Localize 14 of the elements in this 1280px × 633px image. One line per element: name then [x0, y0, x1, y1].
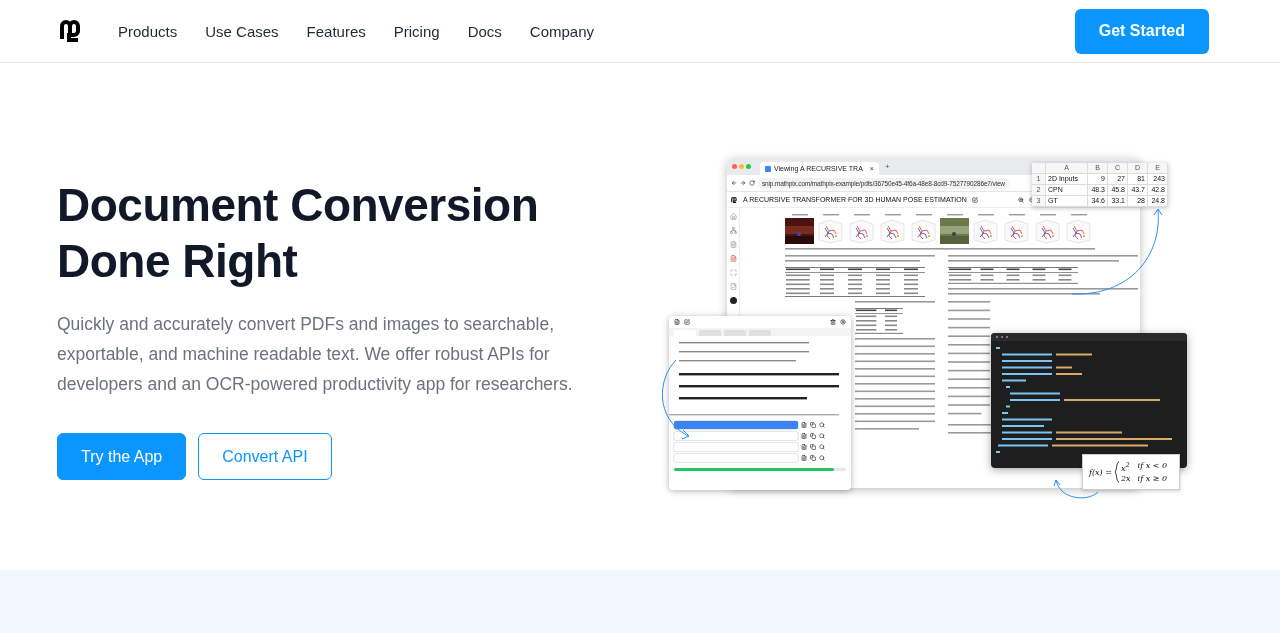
- nav-link[interactable]: Products: [118, 22, 178, 40]
- nav-link[interactable]: Use Cases: [205, 22, 279, 40]
- formula-lhs: f(x) =: [1089, 467, 1112, 477]
- case-expression: 2x: [1120, 473, 1131, 485]
- new-tab-button[interactable]: +: [884, 162, 890, 171]
- hero-title: Document Conversion Done Right: [57, 178, 540, 289]
- case-expression: x$^{2}$: [1120, 459, 1131, 474]
- case-condition: if x < 0: [1137, 459, 1168, 472]
- nav-link[interactable]: Company: [529, 22, 594, 40]
- hero-description: Quickly and accurately convert PDFs and images to searchable, exportable, and machine readable text. We offer robust APIs for developers and an OCR-powered productivity app for researchers.: [57, 313, 574, 396]
- nav-link[interactable]: Docs: [467, 22, 502, 40]
- case-condition: if x ≥ 0: [1137, 473, 1168, 485]
- nav-link[interactable]: Pricing: [393, 22, 440, 40]
- nav-link[interactable]: Features: [306, 22, 366, 40]
